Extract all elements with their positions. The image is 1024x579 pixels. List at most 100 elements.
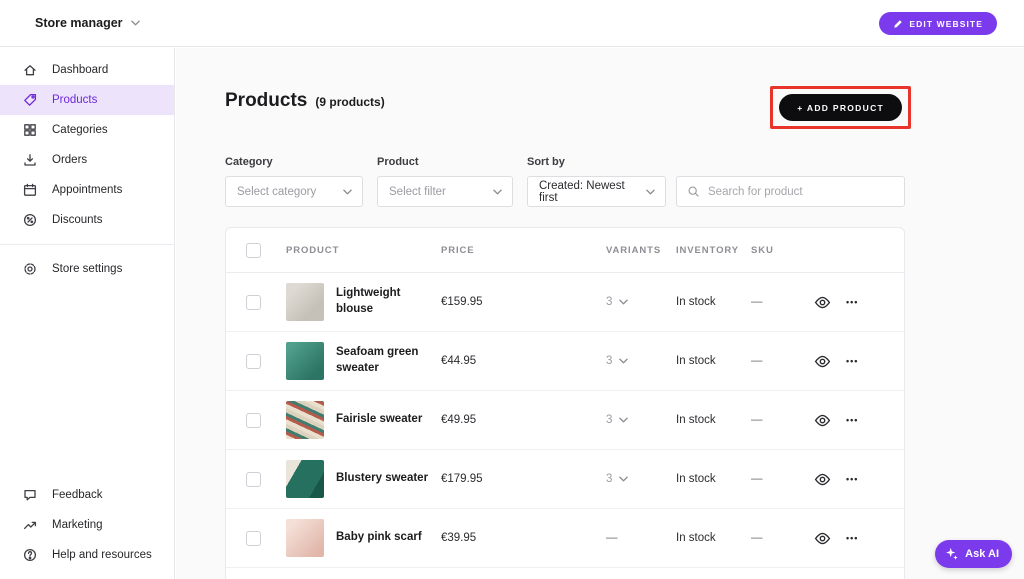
preview-eye-button[interactable]: [811, 350, 833, 372]
product-sku: —: [751, 296, 811, 308]
variants-dropdown[interactable]: 3: [606, 473, 676, 485]
product-sku: —: [751, 473, 811, 485]
sidebar-item-label: Categories: [52, 124, 108, 136]
product-thumbnail: [286, 519, 324, 557]
sidebar-item-discounts[interactable]: Discounts: [0, 205, 174, 235]
table-row[interactable]: Blustery sweater €179.95 3 In stock — ••…: [226, 450, 904, 509]
gear-icon: [22, 261, 38, 277]
sidebar-item-orders[interactable]: Orders: [0, 145, 174, 175]
products-table: PRODUCT PRICE VARIANTS INVENTORY SKU Lig…: [225, 227, 905, 579]
home-icon: [22, 62, 38, 78]
sidebar-item-dashboard[interactable]: Dashboard: [0, 55, 174, 85]
sidebar-item-categories[interactable]: Categories: [0, 115, 174, 145]
sidebar-item-label: Marketing: [52, 519, 103, 531]
eye-icon: [814, 530, 831, 547]
product-name: Lightweight blouse: [336, 286, 431, 317]
product-filter-select[interactable]: Select filter: [377, 176, 513, 207]
row-checkbox[interactable]: [246, 295, 261, 310]
chevron-down-icon: [646, 189, 655, 195]
store-manager-dropdown[interactable]: Store manager: [35, 16, 140, 30]
row-checkbox[interactable]: [246, 531, 261, 546]
main-area: Products (9 products) + ADD PRODUCT Cate…: [176, 48, 1024, 579]
header-price: PRICE: [441, 245, 606, 256]
table-row[interactable]: Baby pink scarf €39.95 — In stock — •••: [226, 509, 904, 568]
variants-dropdown[interactable]: 3: [606, 296, 676, 308]
row-checkbox[interactable]: [246, 472, 261, 487]
preview-eye-button[interactable]: [811, 527, 833, 549]
product-thumbnail: [286, 283, 324, 321]
sidebar-item-appointments[interactable]: Appointments: [0, 175, 174, 205]
ask-ai-button[interactable]: Ask AI: [935, 540, 1012, 568]
grid-icon: [22, 122, 38, 138]
more-actions-button[interactable]: •••: [846, 474, 886, 484]
add-product-button[interactable]: + ADD PRODUCT: [779, 94, 902, 121]
search-box: [676, 176, 905, 207]
product-name: Seafoam green sweater: [336, 345, 431, 376]
sidebar-item-feedback[interactable]: Feedback: [0, 480, 174, 510]
more-actions-button[interactable]: •••: [846, 356, 886, 366]
inventory-status: In stock: [676, 532, 751, 544]
eye-icon: [814, 353, 831, 370]
eye-icon: [814, 294, 831, 311]
category-select-value: Select category: [237, 186, 316, 198]
header-sku: SKU: [751, 245, 811, 256]
sidebar-item-store-settings[interactable]: Store settings: [0, 254, 174, 284]
category-select[interactable]: Select category: [225, 176, 363, 207]
header-variants: VARIANTS: [606, 245, 676, 256]
trend-icon: [22, 517, 38, 533]
product-price: €44.95: [441, 355, 606, 367]
help-icon: [22, 547, 38, 563]
table-row[interactable]: Seafoam green sweater €44.95 3 In stock …: [226, 332, 904, 391]
calendar-icon: [22, 182, 38, 198]
product-name: Blustery sweater: [336, 471, 428, 487]
product-price: €179.95: [441, 473, 606, 485]
sidebar-item-label: Discounts: [52, 214, 103, 226]
sort-select-value: Created: Newest first: [539, 180, 646, 204]
variants-value: —: [606, 532, 676, 544]
sidebar-item-marketing[interactable]: Marketing: [0, 510, 174, 540]
edit-website-label: EDIT WEBSITE: [909, 19, 983, 29]
more-actions-button[interactable]: •••: [846, 415, 886, 425]
top-bar: Store manager EDIT WEBSITE: [0, 0, 1024, 47]
search-input[interactable]: [708, 186, 894, 198]
ask-ai-label: Ask AI: [965, 548, 999, 560]
variants-dropdown[interactable]: 3: [606, 414, 676, 426]
sidebar-item-label: Feedback: [52, 489, 103, 501]
sidebar-item-products[interactable]: Products: [0, 85, 174, 115]
annotation-highlight-box: + ADD PRODUCT: [770, 86, 911, 129]
tag-icon: [22, 92, 38, 108]
product-sku: —: [751, 414, 811, 426]
select-all-checkbox[interactable]: [246, 243, 261, 258]
product-price: €39.95: [441, 532, 606, 544]
sidebar-item-label: Appointments: [52, 184, 122, 196]
row-checkbox[interactable]: [246, 413, 261, 428]
product-filter-value: Select filter: [389, 186, 446, 198]
preview-eye-button[interactable]: [811, 291, 833, 313]
product-price: €49.95: [441, 414, 606, 426]
more-actions-button[interactable]: •••: [846, 297, 886, 307]
inventory-status: In stock: [676, 296, 751, 308]
page-title: Products: [225, 90, 307, 112]
row-checkbox[interactable]: [246, 354, 261, 369]
preview-eye-button[interactable]: [811, 468, 833, 490]
category-filter-label: Category: [225, 156, 363, 168]
product-thumbnail: [286, 342, 324, 380]
table-header-row: PRODUCT PRICE VARIANTS INVENTORY SKU: [226, 228, 904, 273]
product-thumbnail: [286, 401, 324, 439]
table-row[interactable]: Fairisle sweater €49.95 3 In stock — •••: [226, 391, 904, 450]
more-actions-button[interactable]: •••: [846, 533, 886, 543]
product-sku: —: [751, 532, 811, 544]
table-row[interactable]: Lightweight blouse €159.95 3 In stock — …: [226, 273, 904, 332]
variants-count: 3: [606, 414, 612, 426]
sidebar-item-help[interactable]: Help and resources: [0, 540, 174, 570]
search-icon: [687, 185, 700, 198]
sidebar-item-label: Products: [52, 94, 97, 106]
eye-icon: [814, 471, 831, 488]
preview-eye-button[interactable]: [811, 409, 833, 431]
chevron-down-icon: [619, 476, 628, 482]
variants-dropdown[interactable]: 3: [606, 355, 676, 367]
sort-select[interactable]: Created: Newest first: [527, 176, 666, 207]
eye-icon: [814, 412, 831, 429]
product-filter-label: Product: [377, 156, 513, 168]
edit-website-button[interactable]: EDIT WEBSITE: [879, 12, 997, 35]
